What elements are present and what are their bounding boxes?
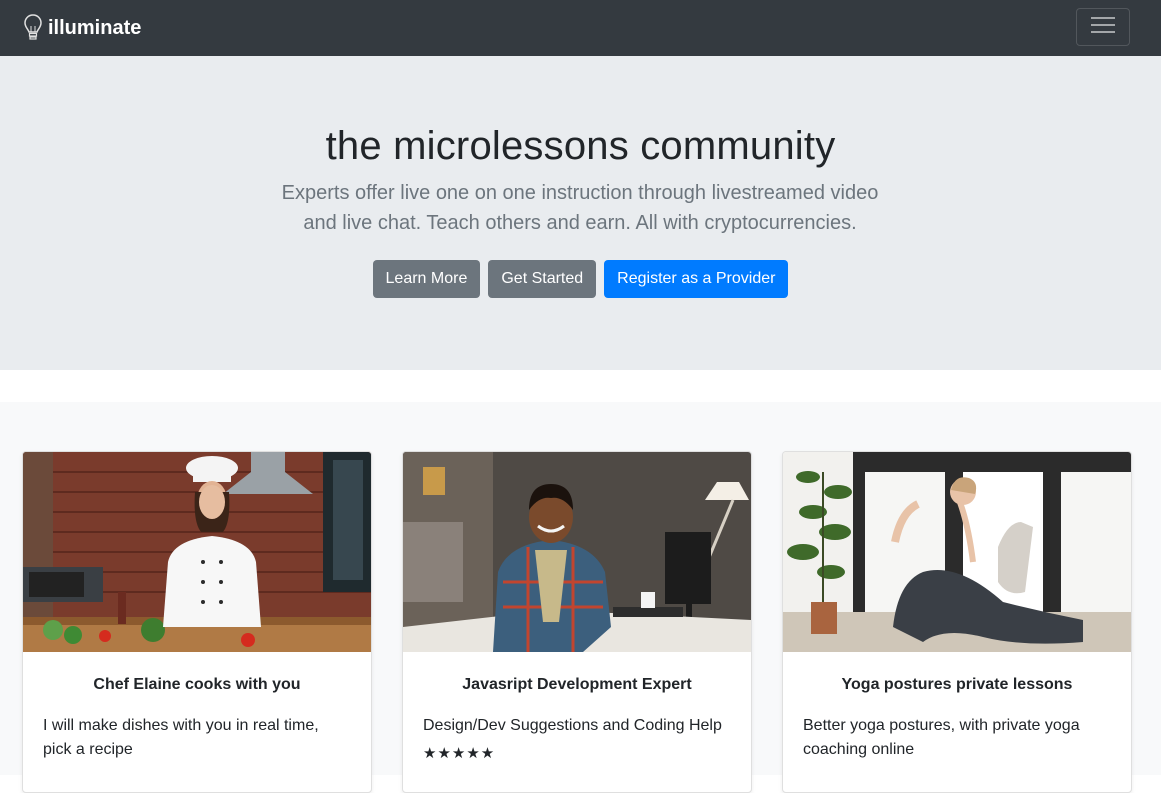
lesson-card-developer[interactable]: Javasript Development Expert Design/Dev …	[402, 451, 752, 793]
hamburger-menu-icon	[1091, 15, 1115, 40]
developer-photo	[403, 452, 751, 652]
hero-lead: Experts offer live one on one instructio…	[281, 182, 879, 234]
yoga-photo	[783, 452, 1131, 652]
learn-more-button[interactable]: Learn More	[372, 260, 481, 298]
card-text: I will make dishes with you in real time…	[43, 717, 319, 758]
navbar-toggler-button[interactable]	[1076, 8, 1130, 46]
hero-buttons: Learn More Get Started Register as a Pro…	[0, 260, 1161, 298]
get-started-button[interactable]: Get Started	[488, 260, 597, 298]
navbar: illuminate	[0, 0, 1161, 56]
star-rating: ★★★★★	[423, 745, 496, 762]
lesson-card-chef[interactable]: Chef Elaine cooks with you I will make d…	[22, 451, 372, 793]
card-title: Javasript Development Expert	[462, 676, 692, 693]
card-title: Yoga postures private lessons	[841, 676, 1073, 693]
chef-photo	[23, 452, 371, 652]
lessons-album: Chef Elaine cooks with you I will make d…	[0, 402, 1161, 793]
lightbulb-icon	[24, 14, 42, 42]
brand-link[interactable]: illuminate	[24, 12, 141, 44]
hero-jumbotron: the microlessons community Experts offer…	[0, 56, 1161, 370]
card-text: Design/Dev Suggestions and Coding Help	[423, 717, 722, 734]
lesson-card-yoga[interactable]: Yoga postures private lessons Better yog…	[782, 451, 1132, 793]
hero-title: the microlessons community	[325, 124, 836, 168]
brand-name: illuminate	[48, 16, 142, 39]
card-title: Chef Elaine cooks with you	[93, 676, 301, 693]
spacer	[0, 370, 1161, 402]
register-provider-button[interactable]: Register as a Provider	[604, 260, 789, 298]
card-text: Better yoga postures, with private yoga …	[803, 717, 1080, 758]
